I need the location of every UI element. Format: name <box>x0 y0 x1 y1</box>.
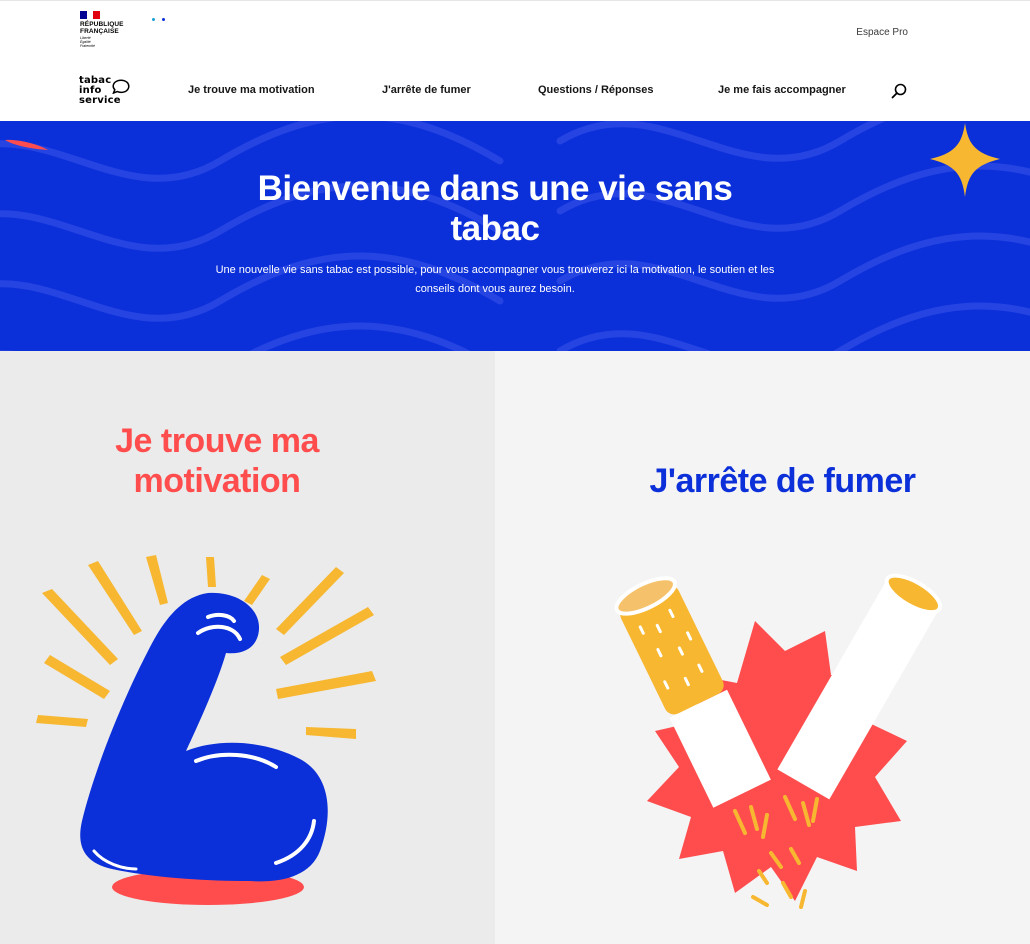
card-title-arrete-de-fumer: J'arrête de fumer <box>649 462 916 500</box>
main-nav: Je trouve ma motivation J'arrête de fume… <box>0 84 1030 102</box>
espace-pro-link[interactable]: Espace Pro <box>856 27 908 38</box>
french-flag-icon <box>80 11 100 19</box>
republique-francaise-logo[interactable]: RÉPUBLIQUE FRANÇAISE Liberté Égalité Fra… <box>80 11 140 48</box>
nav-item-motivation[interactable]: Je trouve ma motivation <box>188 84 315 96</box>
decorative-streak <box>5 139 48 150</box>
sparkle-star-icon <box>930 123 1000 197</box>
broken-cigarette-icon <box>614 573 943 909</box>
card-title-motivation: Je trouve ma motivation <box>115 422 319 500</box>
search-icon <box>891 83 907 99</box>
flexed-arm-icon <box>36 555 376 905</box>
hero-banner: Bienvenue dans une vie sans tabac Une no… <box>0 121 1030 351</box>
nav-item-arrete-de-fumer[interactable]: J'arrête de fumer <box>382 84 471 96</box>
site-header: RÉPUBLIQUE FRANÇAISE Liberté Égalité Fra… <box>0 0 1030 121</box>
republique-motto: Liberté Égalité Fraternité <box>80 36 95 48</box>
hero-title: Bienvenue dans une vie sans tabac <box>257 169 733 248</box>
hero-subtitle: Une nouvelle vie sans tabac est possible… <box>215 264 775 295</box>
card-motivation[interactable]: Je trouve ma motivation <box>0 351 495 944</box>
republique-name: RÉPUBLIQUE FRANÇAISE <box>80 21 124 35</box>
nav-item-questions-reponses[interactable]: Questions / Réponses <box>538 84 654 96</box>
search-button[interactable] <box>890 82 908 100</box>
card-arrete-de-fumer[interactable]: J'arrête de fumer <box>495 351 1030 944</box>
nav-item-accompagnement[interactable]: Je me fais accompagner <box>718 84 846 96</box>
